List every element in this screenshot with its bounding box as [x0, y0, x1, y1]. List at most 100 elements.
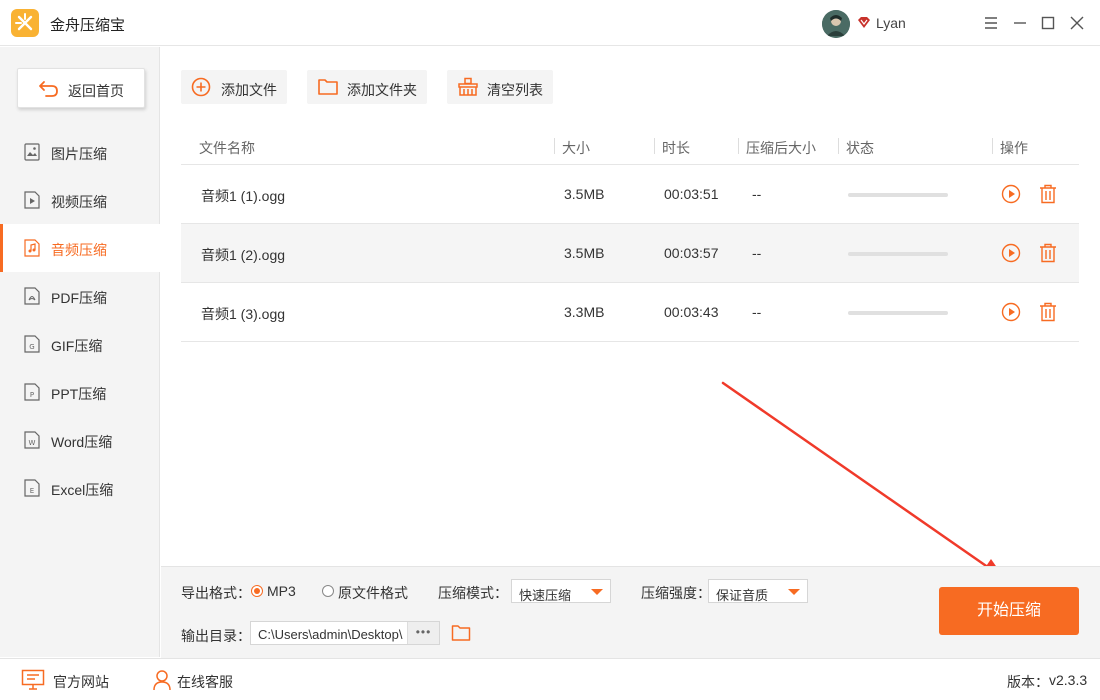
maximize-icon[interactable]: [1039, 14, 1057, 32]
pdf-file-icon: [24, 287, 40, 305]
column-divider: [738, 138, 739, 154]
file-duration: 00:03:43: [664, 304, 719, 320]
play-icon[interactable]: [1001, 184, 1021, 204]
compressed-size: --: [752, 245, 762, 261]
version-value: v2.3.3: [1049, 672, 1088, 688]
format-label: 导出格式：: [181, 585, 251, 601]
column-divider: [992, 138, 993, 154]
online-support-link[interactable]: 在线客服: [177, 672, 233, 692]
file-table-header: 文件名称 大小 时长 压缩后大小 状态 操作: [181, 128, 1079, 165]
table-row[interactable]: 音频1 (1).ogg 3.5MB 00:03:51 --: [181, 165, 1079, 224]
broom-icon: [458, 77, 478, 96]
official-website-link[interactable]: 官方网站: [53, 672, 109, 692]
sidebar-item-label: 视频压缩: [51, 194, 107, 210]
customer-service-icon: [153, 670, 171, 691]
file-size: 3.5MB: [564, 245, 605, 261]
file-name: 音频1 (3).ogg: [201, 306, 286, 322]
file-name: 音频1 (2).ogg: [201, 247, 286, 263]
ppt-file-icon: P: [24, 383, 40, 401]
add-folder-button[interactable]: 添加文件夹: [307, 70, 427, 104]
output-path-value: C:\Users\admin\Desktop\: [258, 627, 403, 642]
header-actions: 操作: [1000, 140, 1028, 156]
compressed-size: --: [752, 186, 762, 202]
compress-strength-select[interactable]: 保证音质: [708, 579, 808, 603]
output-dir-label: 输出目录：: [181, 628, 251, 644]
sidebar-item-image[interactable]: 图片压缩: [0, 128, 160, 176]
play-icon[interactable]: [1001, 302, 1021, 322]
compressed-size: --: [752, 304, 762, 320]
menu-icon[interactable]: [982, 14, 1000, 32]
header-file-name: 文件名称: [199, 140, 255, 156]
column-divider: [554, 138, 555, 154]
back-arrow-icon: [39, 81, 58, 97]
format-original-label[interactable]: 原文件格式: [338, 583, 408, 603]
open-folder-icon[interactable]: [451, 624, 471, 642]
file-name: 音频1 (1).ogg: [201, 188, 286, 204]
header-compressed-size: 压缩后大小: [746, 140, 816, 156]
svg-text:E: E: [30, 487, 34, 495]
gif-file-icon: G: [24, 335, 40, 353]
add-file-label: 添加文件: [221, 82, 277, 98]
svg-text:P: P: [30, 391, 34, 399]
trash-icon[interactable]: [1039, 243, 1057, 263]
radio-mp3[interactable]: [251, 585, 263, 597]
sidebar-item-label: Excel压缩: [51, 482, 114, 498]
sidebar-item-label: Word压缩: [51, 434, 113, 450]
sidebar: 返回首页 图片压缩 视频压缩 音频压缩 PDF压缩 G GIF压缩 P PPT压…: [0, 47, 160, 657]
table-row[interactable]: 音频1 (2).ogg 3.5MB 00:03:57 --: [181, 224, 1079, 283]
strength-label: 压缩强度：: [641, 585, 711, 601]
trash-icon[interactable]: [1039, 302, 1057, 322]
clear-list-button[interactable]: 清空列表: [447, 70, 553, 104]
sidebar-item-ppt[interactable]: P PPT压缩: [0, 368, 160, 416]
table-row[interactable]: 音频1 (3).ogg 3.3MB 00:03:43 --: [181, 283, 1079, 342]
back-home-button[interactable]: 返回首页: [17, 68, 145, 108]
sidebar-item-gif[interactable]: G GIF压缩: [0, 320, 160, 368]
sidebar-item-label: GIF压缩: [51, 338, 103, 354]
chevron-down-icon: [788, 589, 800, 595]
radio-original-format[interactable]: [322, 585, 334, 597]
header-size: 大小: [562, 140, 590, 156]
header-duration: 时长: [662, 140, 690, 156]
username[interactable]: Lyan: [876, 15, 906, 31]
vip-badge-icon: [858, 17, 870, 28]
compress-mode-value: 快速压缩: [519, 588, 572, 603]
play-icon[interactable]: [1001, 243, 1021, 263]
add-circle-icon: [191, 77, 211, 97]
file-size: 3.3MB: [564, 304, 605, 320]
minimize-icon[interactable]: [1011, 14, 1029, 32]
start-compress-button[interactable]: 开始压缩: [939, 587, 1079, 635]
file-duration: 00:03:57: [664, 245, 719, 261]
trash-icon[interactable]: [1039, 184, 1057, 204]
compress-mode-select[interactable]: 快速压缩: [511, 579, 611, 603]
word-file-icon: W: [24, 431, 40, 449]
sidebar-item-audio[interactable]: 音频压缩: [0, 224, 160, 272]
clear-list-label: 清空列表: [487, 82, 543, 98]
sidebar-item-label: PDF压缩: [51, 290, 107, 306]
sidebar-item-video[interactable]: 视频压缩: [0, 176, 160, 224]
app-logo: [11, 9, 39, 37]
version-label: 版本：: [1007, 674, 1049, 690]
sidebar-item-label: 图片压缩: [51, 146, 107, 162]
sidebar-item-label: 音频压缩: [51, 242, 107, 258]
monitor-icon: [21, 669, 45, 690]
add-folder-label: 添加文件夹: [347, 82, 417, 98]
file-size: 3.5MB: [564, 186, 605, 202]
sidebar-item-word[interactable]: W Word压缩: [0, 416, 160, 464]
svg-text:W: W: [29, 439, 36, 447]
close-icon[interactable]: [1068, 14, 1086, 32]
chevron-down-icon: [591, 589, 603, 595]
mode-label: 压缩模式：: [438, 585, 508, 601]
sidebar-item-excel[interactable]: E Excel压缩: [0, 464, 160, 512]
add-file-button[interactable]: 添加文件: [181, 70, 287, 104]
title-bar: 金舟压缩宝 Lyan: [0, 0, 1100, 46]
column-divider: [654, 138, 655, 154]
sidebar-item-pdf[interactable]: PDF压缩: [0, 272, 160, 320]
annotation-arrow-icon: [721, 381, 1005, 579]
app-title: 金舟压缩宝: [50, 17, 126, 34]
format-mp3-label[interactable]: MP3: [267, 583, 296, 599]
output-path-field[interactable]: C:\Users\admin\Desktop\ •••: [250, 621, 440, 645]
avatar[interactable]: [822, 10, 850, 38]
browse-more-button[interactable]: •••: [407, 622, 439, 644]
column-divider: [838, 138, 839, 154]
audio-file-icon: [24, 239, 40, 257]
